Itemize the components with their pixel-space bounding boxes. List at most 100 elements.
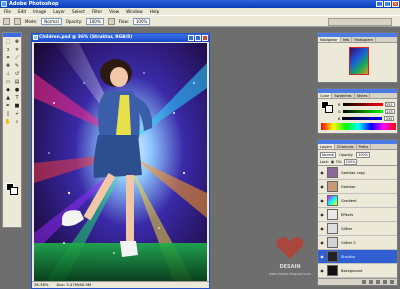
red-value[interactable]: 255 — [384, 102, 395, 107]
healing-brush-icon[interactable]: ✚ — [4, 62, 12, 69]
navigator-panel: Navigator Info Histogram — [317, 32, 398, 83]
hand-tool-icon[interactable]: ✋ — [4, 118, 12, 125]
background-color-swatch[interactable] — [10, 187, 18, 195]
menu-select[interactable]: Select — [72, 8, 85, 15]
tab-layers[interactable]: Layers — [318, 144, 335, 149]
mask-icon[interactable] — [376, 280, 380, 284]
visibility-eye-icon[interactable]: ◉ — [318, 198, 326, 203]
gradient-tool-icon[interactable]: ▤ — [13, 78, 21, 85]
brush-tool-icon[interactable]: ✎ — [13, 62, 21, 69]
blend-mode-select[interactable]: Normal — [320, 151, 337, 158]
menu-image[interactable]: Image — [33, 8, 46, 15]
doc-minimize-button[interactable] — [188, 35, 194, 41]
marquee-tool-icon[interactable]: ⬚ — [4, 38, 12, 45]
tab-color[interactable]: Color — [318, 93, 333, 98]
layer-name: Gambar copy — [341, 170, 366, 175]
history-brush-icon[interactable]: ↺ — [13, 70, 21, 77]
notes-tool-icon[interactable]: ▯ — [4, 110, 12, 117]
visibility-eye-icon[interactable]: ◉ — [318, 170, 326, 175]
blue-slider[interactable] — [342, 117, 383, 120]
trash-icon[interactable] — [390, 280, 394, 284]
menu-window[interactable]: Window — [126, 8, 143, 15]
menu-filter[interactable]: Filter — [92, 8, 102, 15]
fill-label: Fill: — [336, 160, 342, 164]
red-slider[interactable] — [342, 103, 383, 106]
menu-file[interactable]: File — [4, 8, 11, 15]
menu-layer[interactable]: Layer — [53, 8, 65, 15]
stamp-tool-icon[interactable]: ⊥ — [4, 70, 12, 77]
airbrush-icon[interactable] — [107, 17, 115, 25]
navigator-thumbnail[interactable] — [349, 47, 369, 75]
slice-tool-icon[interactable]: ⟋ — [13, 54, 21, 61]
visibility-eye-icon[interactable]: ◉ — [318, 268, 326, 273]
lock-icon[interactable]: ▣ — [331, 160, 334, 164]
layer-row[interactable]: ◉ Gradient — [318, 194, 397, 208]
green-value[interactable]: 255 — [384, 109, 395, 114]
layer-thumbnail — [327, 265, 338, 276]
move-tool-icon[interactable]: ✥ — [13, 38, 21, 45]
lasso-tool-icon[interactable]: ↄ — [4, 46, 12, 53]
tab-navigator[interactable]: Navigator — [318, 37, 341, 42]
tab-swatches[interactable]: Swatches — [332, 93, 355, 98]
layer-row-selected[interactable]: ◉ Struktur — [318, 250, 397, 264]
visibility-eye-icon[interactable]: ◉ — [318, 226, 326, 231]
photoshop-icon — [1, 1, 7, 7]
eraser-tool-icon[interactable]: ▭ — [4, 78, 12, 85]
opacity-label: Opacity: — [65, 18, 83, 24]
type-tool-icon[interactable]: T — [13, 94, 21, 101]
visibility-eye-icon[interactable]: ◉ — [318, 254, 326, 259]
brush-preset-icon[interactable] — [14, 17, 21, 25]
layers-footer — [318, 278, 397, 285]
eyedropper-icon[interactable]: ⌿ — [13, 110, 21, 117]
magic-wand-icon[interactable]: ✶ — [13, 46, 21, 53]
blue-value[interactable]: 255 — [384, 116, 395, 121]
dodge-tool-icon[interactable]: ● — [13, 86, 21, 93]
palette-well[interactable] — [328, 18, 392, 26]
tab-histogram[interactable]: Histogram — [352, 37, 377, 42]
layer-row[interactable]: ◉ Glitter — [318, 222, 397, 236]
tab-info[interactable]: Info — [341, 37, 353, 42]
doc-close-button[interactable] — [202, 35, 208, 41]
green-slider[interactable] — [342, 110, 383, 113]
layer-row[interactable]: ◉ Background — [318, 264, 397, 278]
visibility-eye-icon[interactable]: ◉ — [318, 240, 326, 245]
menu-view[interactable]: View — [109, 8, 119, 15]
maximize-button[interactable]: □ — [384, 1, 391, 7]
crop-tool-icon[interactable]: ⌗ — [4, 54, 12, 61]
color-spectrum-bar[interactable] — [321, 123, 396, 130]
doc-maximize-button[interactable] — [195, 35, 201, 41]
zoom-level[interactable]: 36.36% — [34, 282, 48, 288]
layer-row[interactable]: ◉ Glitter 2 — [318, 236, 397, 250]
minimize-button[interactable]: _ — [376, 1, 383, 7]
brush-tool-icon[interactable] — [3, 17, 10, 25]
tab-channels[interactable]: Channels — [335, 144, 357, 149]
flow-field[interactable]: 100% — [132, 17, 151, 25]
layer-row[interactable]: ◉ Effects — [318, 208, 397, 222]
tab-paths[interactable]: Paths — [357, 144, 372, 149]
color-background-chip[interactable] — [325, 105, 333, 113]
layer-row[interactable]: ◉ Gambar copy — [318, 166, 397, 180]
opacity-field[interactable]: 100% — [86, 17, 104, 25]
pen-tool-icon[interactable]: ✒ — [4, 102, 12, 109]
tab-styles[interactable]: Styles — [355, 93, 371, 98]
document-icon — [33, 35, 38, 40]
visibility-eye-icon[interactable]: ◉ — [318, 184, 326, 189]
zoom-tool-icon[interactable]: ⌕ — [13, 118, 21, 125]
path-select-icon[interactable]: ▲ — [4, 94, 12, 101]
menu-edit[interactable]: Edit — [18, 8, 26, 15]
layer-thumbnail — [327, 237, 338, 248]
visibility-eye-icon[interactable]: ◉ — [318, 212, 326, 217]
link-icon[interactable] — [362, 280, 366, 284]
blur-tool-icon[interactable]: ◆ — [4, 86, 12, 93]
mode-select[interactable]: Normal — [41, 17, 62, 25]
layer-opacity-field[interactable]: 100% — [356, 151, 370, 158]
close-button[interactable]: × — [392, 1, 399, 7]
shape-tool-icon[interactable]: ■ — [13, 102, 21, 109]
layer-row[interactable]: ◉ Gambar — [318, 180, 397, 194]
fill-field[interactable]: 100% — [343, 159, 358, 165]
document-titlebar[interactable]: Children.psd @ 36% (Struktur, RGB/8) — [32, 34, 209, 42]
menu-help[interactable]: Help — [150, 8, 160, 15]
layer-style-icon[interactable] — [369, 280, 373, 284]
new-layer-icon[interactable] — [383, 280, 387, 284]
image-canvas[interactable] — [34, 43, 207, 283]
